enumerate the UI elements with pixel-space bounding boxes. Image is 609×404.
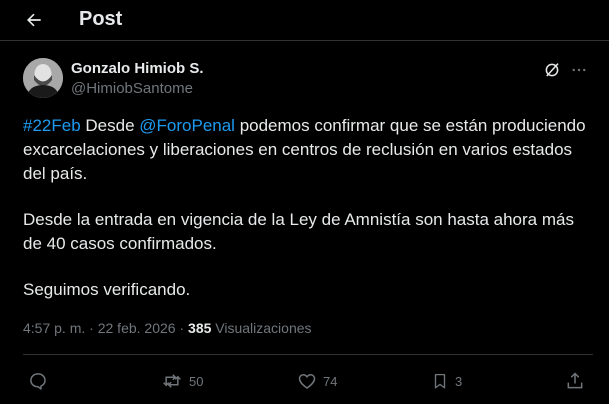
top-bar: Post <box>0 0 609 40</box>
page-title: Post <box>79 8 123 30</box>
like-button[interactable]: 74 <box>297 368 337 394</box>
header-divider <box>0 40 609 41</box>
share-button[interactable] <box>565 368 585 394</box>
avatar-photo <box>23 58 63 98</box>
heart-icon <box>298 374 316 389</box>
avatar[interactable] <box>23 58 63 98</box>
arrow-left-icon <box>27 13 41 27</box>
back-button[interactable] <box>20 6 48 34</box>
repost-button[interactable]: 50 <box>161 368 203 394</box>
share-icon <box>567 372 583 389</box>
bookmark-icon <box>434 373 446 389</box>
author-name[interactable]: Gonzalo Himiob S. <box>71 60 204 77</box>
post-paragraph: Desde la entrada en vigencia de la Ley d… <box>23 210 574 253</box>
meta-separator: · <box>85 320 98 336</box>
like-count: 74 <box>323 373 338 389</box>
more-icon <box>572 68 586 72</box>
post-text-segment: Desde <box>80 116 140 135</box>
hashtag-link[interactable]: #22Feb <box>23 116 81 135</box>
views-count: 385 <box>188 320 212 336</box>
repost-count: 50 <box>189 373 204 389</box>
post-paragraph: #22Feb Desde @ForoPenal podemos confirma… <box>23 114 593 186</box>
mention-link[interactable]: @ForoPenal <box>139 116 235 135</box>
reply-icon <box>30 373 46 390</box>
grok-button[interactable] <box>541 59 563 81</box>
bookmark-count: 3 <box>455 373 463 389</box>
post-text: #22Feb Desde @ForoPenal podemos confirma… <box>23 114 593 302</box>
actions-divider <box>23 354 593 355</box>
grok-icon <box>545 63 559 77</box>
reply-button[interactable] <box>28 368 48 394</box>
post-paragraph: Seguimos verificando. <box>23 280 191 299</box>
post-time[interactable]: 4:57 p. m. <box>23 320 85 336</box>
post-meta: 4:57 p. m. · 22 feb. 2026 · 385 Visualiz… <box>23 320 312 336</box>
author-handle[interactable]: @HimiobSantome <box>71 80 193 97</box>
bookmark-button[interactable]: 3 <box>431 368 462 394</box>
repost-icon <box>163 374 181 388</box>
views-label: Visualizaciones <box>211 320 312 336</box>
meta-separator: · <box>175 320 189 336</box>
post-date[interactable]: 22 feb. 2026 <box>98 320 176 336</box>
more-options-button[interactable] <box>568 59 590 81</box>
